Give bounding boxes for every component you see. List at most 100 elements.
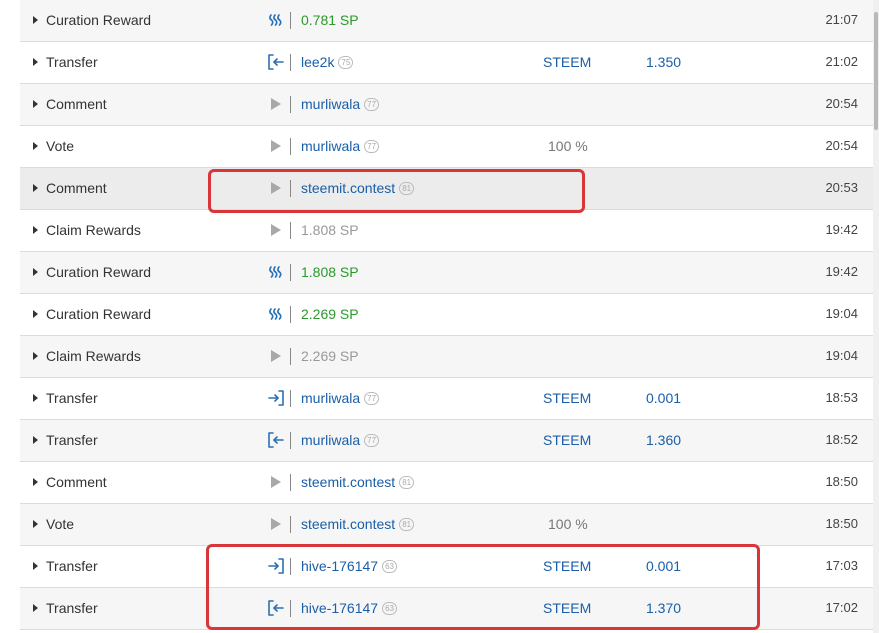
steem-icon (266, 294, 286, 334)
timestamp: 21:02 (825, 54, 858, 69)
expand-caret-icon[interactable] (32, 84, 40, 124)
account-link[interactable]: murliwala 77 (301, 378, 380, 418)
separator (290, 180, 291, 197)
transaction-row[interactable]: Transfer lee2k 75 STEEM 1.350 21:02 (20, 42, 873, 84)
expand-caret-icon[interactable] (32, 42, 40, 82)
separator (290, 558, 291, 575)
transaction-type: Transfer (46, 432, 98, 448)
timestamp: 17:02 (825, 600, 858, 615)
play-icon (266, 504, 286, 544)
transaction-history-table: Curation Reward 0.781 SP 21:07 Transfer lee2… (20, 0, 873, 630)
transaction-row[interactable]: Claim Rewards 2.269 SP 19:04 (20, 336, 873, 378)
transaction-row[interactable]: Claim Rewards 1.808 SP 19:42 (20, 210, 873, 252)
account-name[interactable]: steemit.contest (301, 474, 395, 490)
expand-caret-icon[interactable] (32, 126, 40, 166)
expand-caret-icon[interactable] (32, 546, 40, 586)
transfer-amount: 0.001 (646, 390, 682, 406)
play-icon (266, 84, 286, 124)
account-name[interactable]: hive-176147 (301, 558, 378, 574)
account-name[interactable]: murliwala (301, 138, 360, 154)
account-name[interactable]: murliwala (301, 96, 360, 112)
separator (290, 432, 291, 449)
reputation-badge: 75 (338, 56, 354, 69)
account-name[interactable]: steemit.contest (301, 180, 395, 196)
expand-caret-icon[interactable] (32, 336, 40, 376)
expand-caret-icon[interactable] (32, 252, 40, 292)
transaction-type: Vote (46, 516, 75, 532)
transaction-type: Claim Rewards (46, 348, 141, 364)
account-link[interactable]: hive-176147 63 (301, 588, 398, 628)
transaction-row[interactable]: Transfer murliwala 77 STEEM 1.360 18:52 (20, 420, 873, 462)
transaction-row[interactable]: Transfer murliwala 77 STEEM 0.001 18:53 (20, 378, 873, 420)
transaction-type: Comment (46, 474, 107, 490)
timestamp: 17:03 (825, 558, 858, 573)
timestamp: 21:07 (825, 12, 858, 27)
expand-caret-icon[interactable] (32, 462, 40, 502)
expand-caret-icon[interactable] (32, 588, 40, 628)
transaction-type: Transfer (46, 558, 98, 574)
transaction-row[interactable]: Curation Reward 0.781 SP 21:07 (20, 0, 873, 42)
steem-icon (266, 0, 286, 40)
expand-caret-icon[interactable] (32, 0, 40, 40)
reputation-badge: 77 (364, 98, 380, 111)
transaction-row[interactable]: Transfer hive-176147 63 STEEM 1.370 17:02 (20, 588, 873, 630)
asset-symbol: STEEM (543, 390, 592, 406)
expand-caret-icon[interactable] (32, 378, 40, 418)
transaction-row[interactable]: Vote steemit.contest 81 100 % 18:50 (20, 504, 873, 546)
play-icon (266, 336, 286, 376)
separator (290, 138, 291, 155)
transaction-type: Transfer (46, 600, 98, 616)
play-icon (266, 126, 286, 166)
account-name[interactable]: hive-176147 (301, 600, 378, 616)
transaction-row[interactable]: Curation Reward 1.808 SP 19:42 (20, 252, 873, 294)
expand-caret-icon[interactable] (32, 168, 40, 208)
account-link[interactable]: murliwala 77 (301, 84, 380, 124)
transaction-type: Transfer (46, 390, 98, 406)
account-name[interactable]: lee2k (301, 54, 334, 70)
account-link[interactable]: steemit.contest 81 (301, 504, 415, 544)
reward-amount: 1.808 SP (301, 210, 359, 250)
account-link[interactable]: steemit.contest 81 (301, 168, 415, 208)
expand-caret-icon[interactable] (32, 420, 40, 460)
transaction-row[interactable]: Curation Reward 2.269 SP 19:04 (20, 294, 873, 336)
separator (290, 474, 291, 491)
transaction-type: Claim Rewards (46, 222, 141, 238)
separator (290, 306, 291, 323)
play-icon (266, 210, 286, 250)
transfer-amount: 1.350 (646, 54, 682, 70)
transfer-amount: 1.370 (646, 600, 682, 616)
account-name[interactable]: murliwala (301, 432, 360, 448)
vote-weight: 100 % (548, 138, 588, 154)
separator (290, 348, 291, 365)
separator (290, 222, 291, 239)
expand-caret-icon[interactable] (32, 294, 40, 334)
account-link[interactable]: murliwala 77 (301, 126, 380, 166)
account-name[interactable]: murliwala (301, 390, 360, 406)
asset-symbol: STEEM (543, 558, 592, 574)
reward-amount: 2.269 SP (301, 294, 359, 334)
transaction-row[interactable]: Transfer hive-176147 63 STEEM 0.001 17:03 (20, 546, 873, 588)
expand-caret-icon[interactable] (32, 504, 40, 544)
timestamp: 18:50 (825, 474, 858, 489)
transaction-row[interactable]: Comment steemit.contest 81 20:53 (20, 168, 873, 210)
account-link[interactable]: steemit.contest 81 (301, 462, 415, 502)
account-link[interactable]: lee2k 75 (301, 42, 354, 82)
reward-amount: 1.808 SP (301, 252, 359, 292)
reputation-badge: 77 (364, 392, 380, 405)
account-link[interactable]: murliwala 77 (301, 420, 380, 460)
transaction-row[interactable]: Vote murliwala 77 100 % 20:54 (20, 126, 873, 168)
play-icon (266, 168, 286, 208)
reputation-badge: 81 (399, 182, 415, 195)
transfer-amount: 0.001 (646, 558, 682, 574)
amount-value: 1.808 SP (301, 264, 359, 280)
transaction-row[interactable]: Comment steemit.contest 81 18:50 (20, 462, 873, 504)
separator (290, 264, 291, 281)
transaction-row[interactable]: Comment murliwala 77 20:54 (20, 84, 873, 126)
reputation-badge: 77 (364, 140, 380, 153)
expand-caret-icon[interactable] (32, 210, 40, 250)
transaction-type: Comment (46, 180, 107, 196)
account-name[interactable]: steemit.contest (301, 516, 395, 532)
scrollbar[interactable] (873, 0, 879, 633)
scrollbar-thumb[interactable] (874, 12, 878, 130)
account-link[interactable]: hive-176147 63 (301, 546, 398, 586)
